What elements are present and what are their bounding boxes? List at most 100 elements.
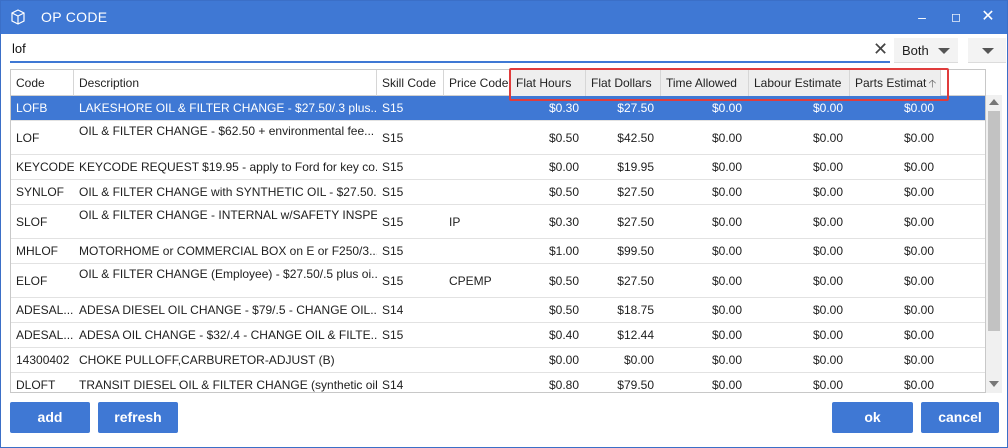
vertical-scrollbar[interactable] [986, 95, 1002, 393]
close-icon[interactable]: ✕ [971, 5, 1005, 29]
search-field[interactable]: lof ✕ [10, 38, 890, 63]
table-row[interactable]: LOF OIL & FILTER CHANGE - $62.50 + enviro… [11, 121, 985, 155]
cell-skill-code: S15 [382, 101, 404, 115]
cell-parts-estimate: $0.00 [903, 101, 934, 115]
cell-price-code [444, 180, 511, 204]
cell-time-allowed: $0.00 [711, 244, 742, 258]
cell-price-code: CPEMP [449, 273, 492, 288]
column-header-labour-estimate[interactable]: Labour Estimate [749, 70, 850, 96]
title-bar: OP CODE – ◻ ✕ [1, 1, 1007, 34]
ok-button[interactable]: ok [832, 402, 913, 433]
cell-time-allowed: $0.00 [711, 101, 742, 115]
clear-search-icon[interactable]: ✕ [873, 39, 888, 59]
filter-dropdown[interactable]: Both [894, 38, 958, 63]
scrollbar-thumb[interactable] [988, 111, 1000, 331]
search-input[interactable]: lof [12, 41, 26, 56]
maximize-icon[interactable]: ◻ [939, 5, 973, 29]
cell-flat-hours: $0.00 [548, 353, 579, 367]
cell-code: KEYCODE [16, 160, 74, 174]
cell-time-allowed: $0.00 [711, 130, 742, 145]
cell-code: ADESAL... [16, 328, 74, 342]
cell-flat-dollars: $79.50 [617, 378, 654, 392]
cell-labour-estimate: $0.00 [812, 378, 843, 392]
cell-time-allowed: $0.00 [711, 378, 742, 392]
cell-parts-estimate: $0.00 [903, 130, 934, 145]
cell-flat-dollars: $12.44 [617, 328, 654, 342]
table-row[interactable]: ADESAL... ADESA DIESEL OIL CHANGE - $79/.… [11, 298, 985, 323]
cell-flat-hours: $0.50 [548, 130, 579, 145]
cell-time-allowed: $0.00 [711, 303, 742, 317]
sort-ascending-icon: 🡡 [928, 78, 937, 90]
chevron-down-icon [982, 48, 994, 54]
filter-selected-value: Both [902, 43, 929, 58]
cell-price-code [444, 239, 511, 263]
scroll-down-icon[interactable] [989, 381, 999, 387]
cell-parts-estimate: $0.00 [903, 160, 934, 174]
cell-description: OIL & FILTER CHANGE - INTERNAL w/SAFETY … [79, 208, 377, 222]
cell-parts-estimate: $0.00 [903, 244, 934, 258]
scroll-up-icon[interactable] [989, 99, 999, 105]
cell-skill-code: S15 [382, 273, 404, 288]
cell-description: ADESA OIL CHANGE - $32/.4 - CHANGE OIL &… [79, 328, 377, 342]
cell-parts-estimate: $0.00 [903, 328, 934, 342]
cell-code: SLOF [16, 214, 48, 229]
cell-labour-estimate: $0.00 [812, 185, 843, 199]
cell-price-code [444, 121, 511, 154]
cell-flat-hours: $0.40 [548, 328, 579, 342]
minimize-icon[interactable]: – [905, 5, 939, 29]
cell-flat-hours: $1.00 [548, 244, 579, 258]
cancel-button[interactable]: cancel [921, 402, 999, 433]
column-header-code[interactable]: Code [11, 70, 74, 96]
cell-price-code [444, 298, 511, 322]
refresh-button[interactable]: refresh [98, 402, 178, 433]
table-row[interactable]: ADESAL... ADESA OIL CHANGE - $32/.4 - CHA… [11, 323, 985, 348]
cell-flat-dollars: $27.50 [617, 214, 654, 229]
cell-skill-code: S15 [382, 244, 404, 258]
table-row[interactable]: SLOF OIL & FILTER CHANGE - INTERNAL w/SAF… [11, 205, 985, 239]
table-row[interactable]: DLOFT TRANSIT DIESEL OIL & FILTER CHANGE … [11, 373, 985, 392]
column-header-time-allowed[interactable]: Time Allowed [661, 70, 749, 96]
table-row[interactable]: MHLOF MOTORHOME or COMMERCIAL BOX on E or… [11, 239, 985, 264]
chevron-down-icon [938, 48, 950, 54]
cell-description: ADESA DIESEL OIL CHANGE - $79/.5 - CHANG… [79, 303, 377, 317]
cell-flat-dollars: $18.75 [617, 303, 654, 317]
cell-flat-hours: $0.50 [548, 273, 579, 288]
column-header-description[interactable]: Description [74, 70, 377, 96]
column-header-parts-estimate[interactable]: Parts Estimat 🡡 [850, 70, 941, 96]
cell-parts-estimate: $0.00 [903, 185, 934, 199]
column-header-parts-estimate-label: Parts Estimat [855, 76, 927, 90]
table-row[interactable]: LOFB LAKESHORE OIL & FILTER CHANGE - $27.… [11, 96, 985, 121]
table-row[interactable]: ELOF OIL & FILTER CHANGE (Employee) - $27… [11, 264, 985, 298]
cell-flat-hours: $0.80 [548, 378, 579, 392]
column-header-skill-code[interactable]: Skill Code [377, 70, 444, 96]
cell-labour-estimate: $0.00 [812, 101, 843, 115]
options-dropdown[interactable] [968, 38, 1006, 63]
cell-skill-code: S15 [382, 160, 404, 174]
column-header-flat-hours[interactable]: Flat Hours [511, 70, 586, 96]
cell-description: OIL & FILTER CHANGE with SYNTHETIC OIL -… [79, 185, 377, 199]
add-button[interactable]: add [10, 402, 90, 433]
cell-price-code [444, 155, 511, 179]
cell-flat-hours: $0.30 [548, 101, 579, 115]
window-title: OP CODE [41, 9, 108, 25]
cell-code: LOFB [16, 101, 48, 115]
cell-price-code [444, 323, 511, 347]
cell-flat-hours: $0.30 [548, 214, 579, 229]
cell-parts-estimate: $0.00 [903, 214, 934, 229]
table-row[interactable]: 14300402 CHOKE PULLOFF,CARBURETOR-ADJUST … [11, 348, 985, 373]
column-header-flat-dollars[interactable]: Flat Dollars [586, 70, 661, 96]
column-header-price-code[interactable]: Price Code [444, 70, 511, 96]
grid-header: Code Description Skill Code Price Code F… [11, 70, 985, 96]
cell-price-code [444, 96, 511, 120]
cell-parts-estimate: $0.00 [903, 378, 934, 392]
table-row[interactable]: SYNLOF OIL & FILTER CHANGE with SYNTHETIC… [11, 180, 985, 205]
cube-icon [11, 9, 25, 25]
cell-flat-dollars: $19.95 [617, 160, 654, 174]
table-row[interactable]: KEYCODE KEYCODE REQUEST $19.95 - apply to… [11, 155, 985, 180]
cell-labour-estimate: $0.00 [812, 328, 843, 342]
cell-flat-dollars: $0.00 [623, 353, 654, 367]
cell-price-code: IP [449, 214, 461, 229]
cell-parts-estimate: $0.00 [903, 303, 934, 317]
cell-code: MHLOF [16, 244, 58, 258]
cell-description: LAKESHORE OIL & FILTER CHANGE - $27.50/.… [79, 101, 377, 115]
